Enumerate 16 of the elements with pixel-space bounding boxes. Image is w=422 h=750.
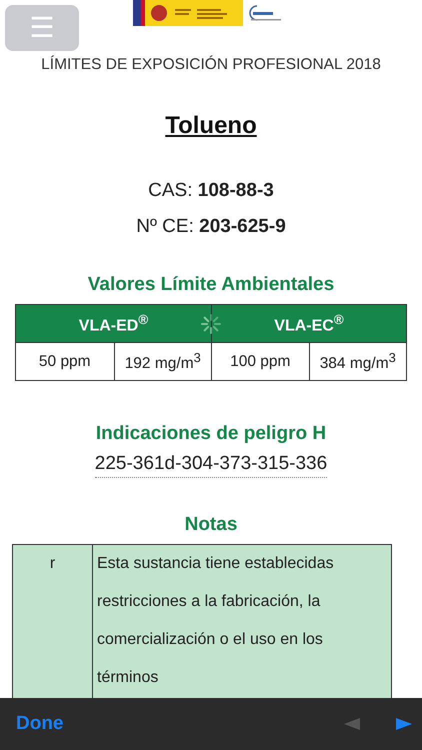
section-title: Notas <box>184 514 238 536</box>
page-subtitle: LÍMITES DE EXPOSICIÓN PROFESIONAL 2018 <box>41 56 381 74</box>
next-button[interactable] <box>396 717 412 731</box>
section-title: Valores Límite Ambientales <box>88 274 334 296</box>
section-title: Indicaciones de peligro H <box>96 423 326 445</box>
table-cell: 100 ppm <box>211 343 308 380</box>
table-cell: 384 mg/m$^{3}$ <box>308 343 406 380</box>
identifier-text: CAS: 108-88-3 <box>148 180 274 202</box>
done-button[interactable]: Done <box>16 713 64 735</box>
table-header: VLA-ED$^{®}$ <box>16 305 211 343</box>
identifier-text: Nº CE: 203-625-9 <box>136 216 286 238</box>
table-cell-text: 50 ppm <box>38 352 92 372</box>
table-cell: 192 mg/m$^{3}$ <box>114 343 211 380</box>
substance-name: Tolueno <box>165 112 257 140</box>
hazard-codes[interactable]: 225-361d-304-373-315-336 <box>94 453 328 478</box>
note-text: Esta sustancia tiene establecidas restricciones a la fabricación, la comercialización o el uso en los términos <box>96 554 335 688</box>
